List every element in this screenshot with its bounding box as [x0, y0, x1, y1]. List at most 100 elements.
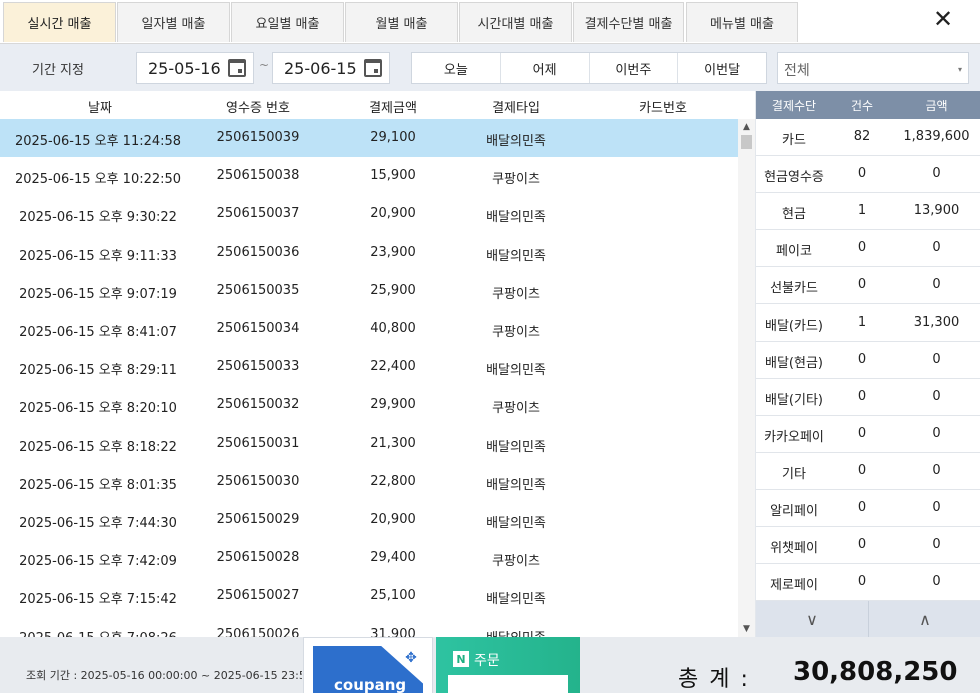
- summary-scroll-up-button[interactable]: ∧: [869, 601, 980, 637]
- sales-table: 날짜 영수증 번호 결제금액 결제타입 카드번호 2025-06-15 오후 1…: [0, 91, 755, 637]
- payment-summary-panel: 결제수단 건수 금액 카드 82 1,839,600 현금영수증 0 0 현금 1 13,900…: [755, 91, 980, 637]
- tab-hourly-sales[interactable]: 시간대별 매출: [459, 2, 572, 42]
- summary-amount: 0: [932, 166, 941, 182]
- summary-row[interactable]: 카드 82 1,839,600: [756, 119, 980, 156]
- select-value: 전체: [784, 63, 810, 79]
- summary-header-count: 건수: [850, 99, 874, 113]
- naver-order-button[interactable]: N 주문: [436, 637, 580, 693]
- cell-payment-type: 배달의민족: [486, 363, 546, 379]
- cell-receipt: 2506150029: [216, 512, 300, 527]
- table-row[interactable]: 2025-06-15 오후 8:18:22 2506150031 21,300 배달의…: [0, 425, 738, 463]
- summary-row[interactable]: 기타 0 0: [756, 453, 980, 490]
- tab-realtime-sales[interactable]: 실시간 매출: [3, 2, 116, 42]
- summary-row[interactable]: 카카오페이 0 0: [756, 416, 980, 453]
- summary-count: 0: [857, 240, 867, 256]
- coupang-eats-button[interactable]: coupang ✥: [303, 637, 433, 693]
- table-row[interactable]: 2025-06-15 오후 8:01:35 2506150030 22,800 배달의…: [0, 463, 738, 501]
- start-date-value: 25-05-16: [148, 58, 221, 78]
- cell-date: 2025-06-15 오후 11:24:58: [14, 134, 182, 149]
- tab-menu-sales[interactable]: 메뉴별 매출: [686, 2, 798, 42]
- table-row[interactable]: 2025-06-15 오후 8:29:11 2506150033 22,400 배달의…: [0, 348, 738, 386]
- summary-amount: 0: [932, 574, 941, 590]
- summary-row[interactable]: 페이코 0 0: [756, 230, 980, 268]
- table-row[interactable]: 2025-06-15 오후 7:08:26 2506150026 31,900 배달의…: [0, 616, 738, 637]
- end-date-value: 25-06-15: [284, 58, 357, 78]
- cell-amount: 23,900: [370, 244, 416, 260]
- payment-type-select[interactable]: 전체 ▾: [777, 52, 969, 84]
- summary-count: 0: [857, 425, 867, 441]
- table-row[interactable]: 2025-06-15 오후 7:42:09 2506150028 29,400 쿠팡이…: [0, 539, 738, 577]
- cell-amount: 20,900: [370, 206, 416, 222]
- cell-payment-type: 배달의민족: [456, 627, 576, 637]
- summary-row[interactable]: 배달(카드) 1 31,300: [756, 305, 980, 342]
- summary-count: 0: [857, 388, 867, 404]
- cell-receipt: 2506150039: [216, 130, 300, 145]
- cell-receipt: 2506150026: [216, 626, 300, 637]
- summary-method: 배달(카드): [765, 318, 823, 334]
- total-label: 총 계 :: [678, 667, 750, 692]
- summary-row[interactable]: 위챗페이 0 0: [756, 527, 980, 565]
- tab-payment-method-sales[interactable]: 결제수단별 매출: [573, 2, 684, 42]
- cell-payment-type: 배달의민족: [486, 592, 546, 608]
- table-row[interactable]: 2025-06-15 오후 11:24:58 2506150039 29,100 배달…: [0, 119, 738, 157]
- summary-count: 0: [857, 462, 867, 478]
- close-icon[interactable]: ✕: [928, 4, 958, 34]
- this-week-button[interactable]: 이번주: [590, 53, 679, 83]
- cell-payment-type: 쿠팡이츠: [492, 325, 540, 340]
- scroll-down-icon[interactable]: ▼: [738, 621, 755, 637]
- total-value: 30,808,250: [793, 657, 958, 687]
- summary-row[interactable]: 배달(현금) 0 0: [756, 342, 980, 379]
- period-label: 기간 지정: [32, 63, 84, 78]
- summary-row[interactable]: 선불카드 0 0: [756, 267, 980, 305]
- scroll-up-icon[interactable]: ▲: [738, 119, 755, 135]
- this-month-button[interactable]: 이번달: [678, 53, 766, 83]
- summary-amount: 0: [932, 351, 941, 367]
- query-period-text: 조회 기간 : 2025-05-16 00:00:00 ~ 2025-06-15…: [26, 669, 302, 682]
- table-row[interactable]: 2025-06-15 오후 8:41:07 2506150034 40,800 쿠팡이…: [0, 310, 738, 348]
- cell-receipt: 2506150031: [216, 435, 300, 451]
- cell-receipt: 2506150033: [216, 359, 300, 375]
- dropdown-arrow-icon[interactable]: ▾: [958, 65, 962, 74]
- summary-amount: 0: [932, 425, 941, 441]
- table-scrollbar[interactable]: ▲ ▼: [738, 119, 755, 637]
- table-row[interactable]: 2025-06-15 오후 9:11:33 2506150036 23,900 배달의…: [0, 234, 738, 272]
- summary-row[interactable]: 현금영수증 0 0: [756, 156, 980, 194]
- summary-amount: 0: [932, 277, 941, 293]
- summary-method: 알리페이: [770, 504, 818, 519]
- summary-method: 선불카드: [770, 281, 818, 297]
- tab-bar: 실시간 매출 일자별 매출 요일별 매출 월별 매출 시간대별 매출 결제수단별…: [0, 0, 980, 44]
- summary-row[interactable]: 알리페이 0 0: [756, 490, 980, 527]
- summary-amount: 0: [932, 240, 941, 256]
- header-date: 날짜: [88, 101, 112, 116]
- summary-row[interactable]: 현금 1 13,900: [756, 193, 980, 231]
- summary-method: 카드: [782, 133, 806, 148]
- summary-scroll-down-button[interactable]: ∨: [756, 601, 869, 637]
- calendar-icon[interactable]: [364, 59, 382, 77]
- summary-count: 1: [857, 203, 867, 219]
- yesterday-button[interactable]: 어제: [501, 53, 590, 83]
- summary-method: 배달(기타): [765, 392, 823, 408]
- calendar-icon[interactable]: [228, 59, 246, 77]
- end-date-field[interactable]: 25-06-15: [272, 52, 390, 84]
- tab-monthly-sales[interactable]: 월별 매출: [345, 2, 458, 42]
- summary-method: 페이코: [776, 244, 812, 260]
- table-row[interactable]: 2025-06-15 오후 9:30:22 2506150037 20,900 배달의…: [0, 195, 738, 233]
- table-row[interactable]: 2025-06-15 오후 7:15:42 2506150027 25,100 배달의…: [0, 577, 738, 615]
- summary-row[interactable]: 제로페이 0 0: [756, 564, 980, 602]
- table-row[interactable]: 2025-06-15 오후 7:44:30 2506150029 20,900 배달의…: [0, 501, 738, 539]
- start-date-field[interactable]: 25-05-16: [136, 52, 254, 84]
- scroll-thumb[interactable]: [741, 135, 752, 149]
- bottom-bar: 조회 기간 : 2025-05-16 00:00:00 ~ 2025-06-15…: [0, 637, 980, 693]
- today-button[interactable]: 오늘: [412, 53, 501, 83]
- tab-daily-sales[interactable]: 일자별 매출: [117, 2, 230, 42]
- coupang-label: coupang: [334, 676, 407, 693]
- naver-order-label: 주문: [474, 653, 500, 669]
- table-row[interactable]: 2025-06-15 오후 10:22:50 2506150038 15,900 쿠팡…: [0, 157, 738, 195]
- table-row[interactable]: 2025-06-15 오후 9:07:19 2506150035 25,900 쿠팡이…: [0, 272, 738, 310]
- tab-weekday-sales[interactable]: 요일별 매출: [231, 2, 344, 42]
- summary-amount: 0: [932, 462, 941, 478]
- cell-receipt: 2506150027: [216, 588, 300, 604]
- table-row[interactable]: 2025-06-15 오후 8:20:10 2506150032 29,900 쿠팡이…: [0, 386, 738, 424]
- cell-receipt: 2506150035: [216, 282, 300, 298]
- summary-row[interactable]: 배달(기타) 0 0: [756, 379, 980, 416]
